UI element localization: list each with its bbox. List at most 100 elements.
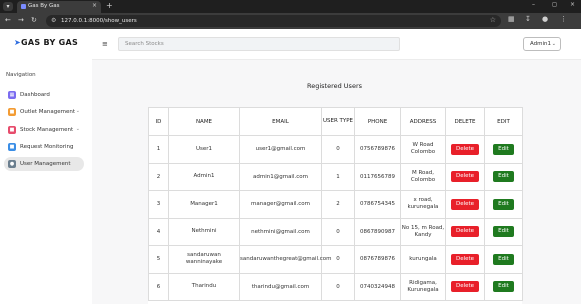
search-input[interactable] bbox=[118, 37, 400, 51]
column-header: NAME bbox=[168, 107, 240, 136]
sidebar-item-request-monitoring[interactable]: ■ Request Monitoring bbox=[4, 140, 84, 154]
cell-name: User1 bbox=[168, 135, 240, 164]
cell-address: Ridigama, Kurunegala bbox=[400, 272, 446, 301]
delete-button[interactable]: Delete bbox=[450, 143, 480, 155]
cell-address: W Road Colombo bbox=[400, 135, 446, 164]
sidebar-item-stock-management[interactable]: ■ Stock Management ⌄ bbox=[4, 123, 84, 137]
table-row: 4 Nethmini nethmini@gmail.com 0 08678909… bbox=[148, 217, 523, 246]
browser-tab[interactable]: Gas By Gas × bbox=[17, 1, 101, 13]
cell-email: nethmini@gmail.com bbox=[239, 217, 322, 246]
edit-button[interactable]: Edit bbox=[493, 198, 514, 210]
users-table-card: ID NAME EMAIL USER TYPE PHONE ADDRESS DE… bbox=[148, 107, 523, 304]
column-header: DELETE bbox=[445, 107, 485, 136]
edit-button[interactable]: Edit bbox=[493, 143, 514, 155]
nav-heading: Navigation bbox=[6, 72, 36, 78]
site-info-icon[interactable]: ⚙ bbox=[51, 17, 56, 24]
cell-phone: 0876789876 bbox=[354, 245, 401, 274]
browser-tab-bar: ▾ Gas By Gas × + – ◻ × bbox=[0, 0, 581, 13]
box-icon: ■ bbox=[8, 126, 16, 134]
edit-button[interactable]: Edit bbox=[493, 253, 514, 265]
edit-button[interactable]: Edit bbox=[493, 281, 514, 293]
column-header: USER TYPE bbox=[321, 107, 355, 136]
bookmark-star-icon[interactable]: ☆ bbox=[490, 16, 496, 24]
cell-email: sandaruwanthegreat@gmail.com bbox=[239, 245, 332, 274]
delete-button[interactable]: Delete bbox=[450, 253, 480, 265]
sidebar-item-outlet-management[interactable]: ■ Outlet Management ⌄ bbox=[4, 105, 84, 119]
cell-edit: Edit bbox=[484, 190, 523, 219]
cell-name: Tharindu bbox=[168, 272, 240, 301]
table-row: 3 Manager1 manager@gmail.com 2 078675434… bbox=[148, 190, 523, 219]
cell-id: 5 bbox=[148, 245, 169, 274]
users-icon: ● bbox=[8, 160, 16, 168]
user-menu-button[interactable]: Admin1 ⌄ bbox=[523, 37, 561, 51]
cell-id: 2 bbox=[148, 162, 169, 191]
cell-address: x road, kurunegala bbox=[400, 190, 446, 219]
cell-phone: 0756789876 bbox=[354, 135, 401, 164]
cell-email: user1@gmail.com bbox=[239, 135, 322, 164]
cell-email: tharindu@gmail.com bbox=[239, 272, 322, 301]
delete-button[interactable]: Delete bbox=[450, 281, 480, 293]
profile-icon[interactable]: ● bbox=[542, 15, 548, 23]
close-window-icon[interactable]: × bbox=[570, 1, 575, 8]
tab-title: Gas By Gas bbox=[28, 3, 60, 9]
cell-id: 4 bbox=[148, 217, 169, 246]
cell-name: sandaruwan wanninayake bbox=[168, 245, 240, 274]
cell-address: M Road, Colombo bbox=[400, 162, 446, 191]
cell-user-type: 0 bbox=[321, 135, 355, 164]
cell-edit: Edit bbox=[484, 162, 523, 191]
column-header: EMAIL bbox=[239, 107, 322, 136]
cell-phone: 0740324948 bbox=[354, 272, 401, 301]
clipboard-icon: ■ bbox=[8, 143, 16, 151]
cell-delete: Delete bbox=[445, 190, 485, 219]
browser-menu-icon[interactable]: ⋮ bbox=[560, 15, 567, 23]
column-header: EDIT bbox=[484, 107, 523, 136]
delete-button[interactable]: Delete bbox=[450, 198, 480, 210]
sidebar-item-label: Dashboard bbox=[20, 91, 50, 98]
url-text: 127.0.0.1:8000/show_users bbox=[61, 17, 137, 24]
cell-address: kurungala bbox=[400, 245, 446, 274]
tab-close-icon[interactable]: × bbox=[92, 2, 97, 9]
cell-delete: Delete bbox=[445, 217, 485, 246]
tab-search-icon[interactable]: ▾ bbox=[3, 2, 13, 11]
cell-user-type: 0 bbox=[321, 217, 355, 246]
download-icon[interactable]: ↧ bbox=[525, 15, 531, 23]
column-header: PHONE bbox=[354, 107, 401, 136]
cell-email: manager@gmail.com bbox=[239, 190, 322, 219]
cell-edit: Edit bbox=[484, 135, 523, 164]
table-row: 6 Tharindu tharindu@gmail.com 0 07403249… bbox=[148, 272, 523, 301]
menu-toggle-icon[interactable]: ≡ bbox=[102, 40, 108, 48]
cell-name: Admin1 bbox=[168, 162, 240, 191]
delete-button[interactable]: Delete bbox=[450, 171, 480, 183]
table-row: 2 Admin1 admin1@gmail.com 1 0117656789 M… bbox=[148, 162, 523, 191]
edit-button[interactable]: Edit bbox=[493, 171, 514, 183]
address-bar: ← → ↻ ⚙ 127.0.0.1:8000/show_users ☆ ▦ ↧ … bbox=[0, 13, 581, 29]
top-bar: ≡ Admin1 ⌄ bbox=[92, 29, 581, 60]
table-header-row: ID NAME EMAIL USER TYPE PHONE ADDRESS DE… bbox=[148, 107, 523, 136]
new-tab-icon[interactable]: + bbox=[106, 1, 113, 10]
maximize-icon[interactable]: ◻ bbox=[552, 1, 557, 8]
delete-button[interactable]: Delete bbox=[450, 226, 480, 238]
edit-button[interactable]: Edit bbox=[493, 226, 514, 238]
forward-icon[interactable]: → bbox=[18, 16, 24, 24]
minimize-icon[interactable]: – bbox=[532, 1, 535, 8]
sidebar-item-dashboard[interactable]: ▦ Dashboard bbox=[4, 88, 84, 102]
table-row: 5 sandaruwan wanninayake sandaruwanthegr… bbox=[148, 245, 523, 274]
cell-user-type: 1 bbox=[321, 162, 355, 191]
cell-user-type: 2 bbox=[321, 190, 355, 219]
cell-phone: 0786754345 bbox=[354, 190, 401, 219]
store-icon: ■ bbox=[8, 108, 16, 116]
column-header: ID bbox=[148, 107, 169, 136]
cell-edit: Edit bbox=[484, 272, 523, 301]
page-title: Registered Users bbox=[306, 82, 362, 90]
cell-delete: Delete bbox=[445, 162, 485, 191]
url-field[interactable]: ⚙ 127.0.0.1:8000/show_users ☆ bbox=[46, 15, 501, 27]
reload-icon[interactable]: ↻ bbox=[31, 16, 37, 24]
chevron-down-icon: ⌄ bbox=[75, 126, 80, 132]
back-icon[interactable]: ← bbox=[5, 16, 11, 24]
chevron-down-icon: ⌄ bbox=[551, 41, 556, 47]
sidebar-item-user-management[interactable]: ● User Management bbox=[4, 157, 84, 171]
dashboard-icon: ▦ bbox=[8, 91, 16, 99]
app-logo[interactable]: ➤GAS BY GAS bbox=[14, 38, 78, 47]
extensions-icon[interactable]: ▦ bbox=[508, 15, 515, 23]
cell-user-type: 0 bbox=[321, 272, 355, 301]
